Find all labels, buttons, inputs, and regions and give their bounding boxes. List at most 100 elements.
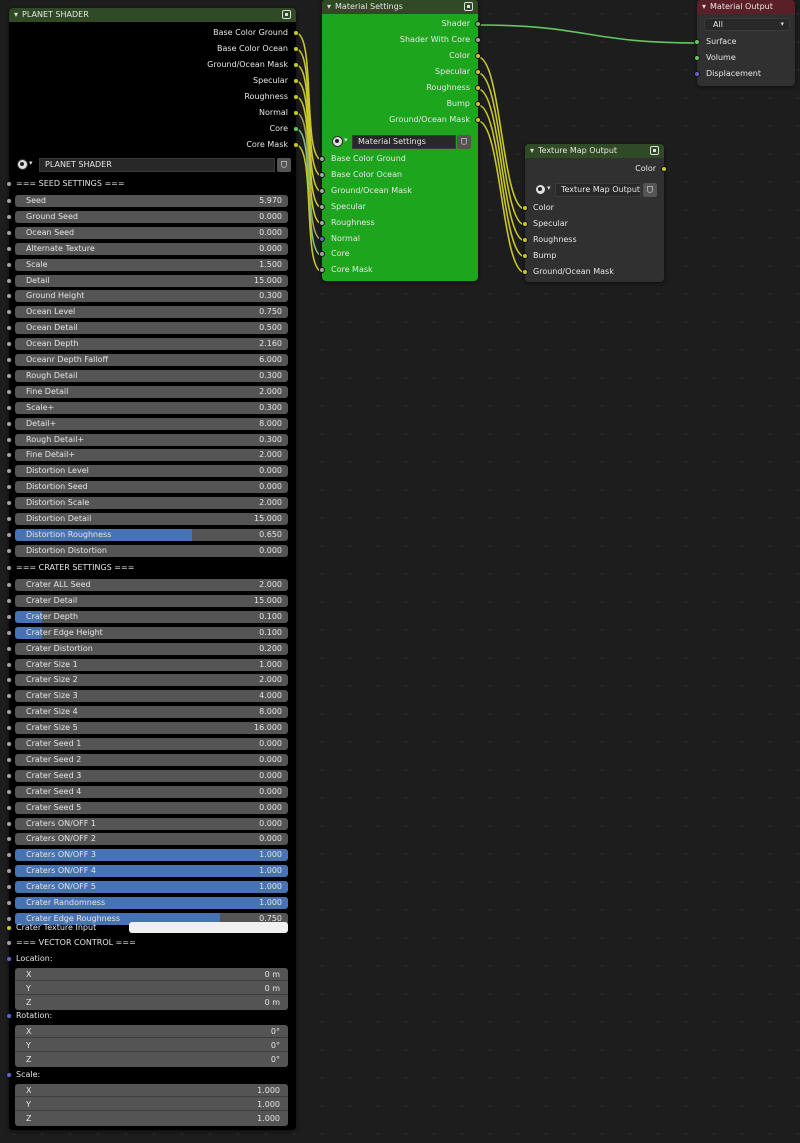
slider-crater-all-seed[interactable]: Crater ALL Seed 2.000 bbox=[15, 579, 288, 591]
location-y-field[interactable]: Y 0 m bbox=[15, 982, 288, 995]
input-socket-roughness[interactable] bbox=[319, 219, 325, 226]
input-socket-craters-on-off-1[interactable] bbox=[6, 820, 12, 827]
material-output-header[interactable]: ▾ Material Output bbox=[697, 0, 795, 14]
texture-map-output-group-name[interactable]: Texture Map Output bbox=[555, 183, 641, 197]
location-z-field[interactable]: Z 0 m bbox=[15, 996, 288, 1009]
planet-shader-header[interactable]: ▾ PLANET SHADER bbox=[9, 8, 296, 22]
fake-user-shield-icon[interactable] bbox=[277, 158, 291, 172]
input-socket-craters-on-off-3[interactable] bbox=[6, 852, 12, 859]
input-socket-ocean-seed[interactable] bbox=[6, 229, 12, 236]
input-socket-crater-all-seed[interactable] bbox=[6, 582, 12, 588]
input-socket-ocean-detail[interactable] bbox=[6, 325, 12, 332]
scale-socket[interactable] bbox=[6, 1072, 12, 1078]
slider-distortion-roughness[interactable]: Distortion Roughness 0.650 bbox=[15, 528, 288, 541]
slider-rough-detail[interactable]: Rough Detail+ 0.300 bbox=[15, 433, 288, 446]
texture-map-output-node[interactable]: ▾ Texture Map Output Color ▾ Texture Map … bbox=[522, 144, 667, 282]
collapse-chevron-icon[interactable]: ▾ bbox=[14, 8, 18, 22]
node-group-icon[interactable] bbox=[650, 146, 659, 155]
chevron-down-icon[interactable]: ▾ bbox=[344, 136, 348, 144]
slider-oceanr-depth-falloff[interactable]: Oceanr Depth Falloff 6.000 bbox=[15, 354, 288, 366]
input-socket-distortion-roughness[interactable] bbox=[6, 531, 12, 538]
slider-craters-on-off-1[interactable]: Craters ON/OFF 1 0.000 bbox=[15, 817, 288, 830]
output-socket-base-color-ground[interactable] bbox=[293, 30, 299, 36]
input-socket-surface[interactable] bbox=[694, 39, 700, 45]
output-socket-specular[interactable] bbox=[293, 78, 299, 84]
slider-crater-size-1[interactable]: Crater Size 1 1.000 bbox=[15, 658, 288, 671]
material-settings-group-selector[interactable]: ▾ Material Settings bbox=[330, 135, 472, 149]
scale-z-field[interactable]: Z 1.000 bbox=[15, 1112, 288, 1125]
texture-map-output-header[interactable]: ▾ Texture Map Output bbox=[525, 144, 664, 158]
output-socket-core[interactable] bbox=[293, 126, 299, 132]
input-socket-oceanr-depth-falloff[interactable] bbox=[6, 357, 12, 363]
input-socket-specular[interactable] bbox=[522, 220, 528, 227]
input-socket-ground-seed[interactable] bbox=[6, 213, 12, 220]
output-socket-shader-with-core[interactable] bbox=[475, 37, 481, 43]
material-settings-group-name[interactable]: Material Settings bbox=[352, 135, 456, 149]
input-socket-distortion-detail[interactable] bbox=[6, 516, 12, 522]
slider-craters-on-off-4[interactable]: Craters ON/OFF 4 1.000 bbox=[15, 865, 288, 878]
output-socket-normal[interactable] bbox=[293, 110, 299, 116]
scale-x-field[interactable]: X 1.000 bbox=[15, 1084, 288, 1097]
slider-crater-seed-1[interactable]: Crater Seed 1 0.000 bbox=[15, 738, 288, 750]
vector-control-header-socket[interactable] bbox=[6, 940, 12, 946]
rotation-z-field[interactable]: Z 0° bbox=[15, 1053, 288, 1066]
rotation-vector-field[interactable]: X 0° Y 0° Z 0° bbox=[15, 1025, 288, 1067]
chevron-down-icon[interactable]: ▾ bbox=[547, 184, 551, 192]
planet-shader-group-selector[interactable]: ▾ PLANET SHADER bbox=[15, 158, 291, 172]
output-socket-core-mask[interactable] bbox=[293, 142, 299, 148]
material-settings-header[interactable]: ▾ Material Settings bbox=[322, 0, 478, 14]
location-x-field[interactable]: X 0 m bbox=[15, 968, 288, 981]
slider-ground-seed[interactable]: Ground Seed 0.000 bbox=[15, 210, 288, 223]
slider-crater-seed-2[interactable]: Crater Seed 2 0.000 bbox=[15, 753, 288, 766]
input-socket-scale[interactable] bbox=[6, 404, 12, 411]
input-socket-ground-height[interactable] bbox=[6, 293, 12, 300]
slider-crater-detail[interactable]: Crater Detail 15.000 bbox=[15, 594, 288, 607]
slider-crater-distortion[interactable]: Crater Distortion 0.200 bbox=[15, 642, 288, 655]
input-socket-crater-size-4[interactable] bbox=[6, 709, 12, 716]
input-socket-core[interactable] bbox=[319, 251, 325, 258]
slider-scale[interactable]: Scale+ 0.300 bbox=[15, 401, 288, 414]
output-socket-base-color-ocean[interactable] bbox=[293, 46, 299, 52]
input-socket-crater-seed-5[interactable] bbox=[6, 804, 12, 811]
input-socket-rough-detail[interactable] bbox=[6, 436, 12, 443]
slider-fine-detail[interactable]: Fine Detail+ 2.000 bbox=[15, 449, 288, 462]
input-socket-distortion-distortion[interactable] bbox=[6, 547, 12, 554]
input-socket-core-mask[interactable] bbox=[319, 267, 325, 274]
slider-distortion-detail[interactable]: Distortion Detail 15.000 bbox=[15, 513, 288, 525]
input-socket-craters-on-off-2[interactable] bbox=[6, 836, 12, 843]
collapse-chevron-icon[interactable]: ▾ bbox=[530, 144, 534, 158]
input-socket-craters-on-off-5[interactable] bbox=[6, 884, 12, 891]
input-socket-distortion-level[interactable] bbox=[6, 468, 12, 475]
slider-crater-edge-height[interactable]: Crater Edge Height 0.100 bbox=[15, 626, 288, 639]
slider-ocean-level[interactable]: Ocean Level 0.750 bbox=[15, 306, 288, 319]
input-socket-displacement[interactable] bbox=[694, 71, 700, 77]
input-socket-fine-detail[interactable] bbox=[6, 452, 12, 459]
output-socket-roughness[interactable] bbox=[475, 85, 481, 91]
slider-crater-size-3[interactable]: Crater Size 3 4.000 bbox=[15, 690, 288, 703]
slider-distortion-scale[interactable]: Distortion Scale 2.000 bbox=[15, 497, 288, 510]
fake-user-shield-icon[interactable] bbox=[457, 135, 471, 149]
output-socket-color[interactable] bbox=[475, 53, 481, 59]
slider-crater-seed-4[interactable]: Crater Seed 4 0.000 bbox=[15, 785, 288, 798]
texture-map-output-group-selector[interactable]: ▾ Texture Map Output bbox=[533, 183, 657, 197]
material-output-target-dropdown[interactable]: All ▾ bbox=[704, 18, 790, 31]
slider-fine-detail[interactable]: Fine Detail 2.000 bbox=[15, 385, 288, 398]
input-socket-crater-size-2[interactable] bbox=[6, 677, 12, 684]
slider-rough-detail[interactable]: Rough Detail 0.300 bbox=[15, 369, 288, 382]
input-socket-base-color-ground[interactable] bbox=[319, 156, 325, 162]
fake-user-shield-icon[interactable] bbox=[643, 183, 657, 197]
crater-texture-color-field[interactable] bbox=[129, 922, 288, 933]
slider-crater-seed-3[interactable]: Crater Seed 3 0.000 bbox=[15, 769, 288, 782]
input-socket-crater-edge-roughness[interactable] bbox=[6, 915, 12, 922]
input-socket-ground-ocean-mask[interactable] bbox=[522, 268, 528, 275]
input-socket-crater-seed-2[interactable] bbox=[6, 756, 12, 763]
slider-alternate-texture[interactable]: Alternate Texture 0.000 bbox=[15, 242, 288, 255]
output-socket-ground-ocean-mask[interactable] bbox=[293, 62, 299, 68]
slider-ground-height[interactable]: Ground Height 0.300 bbox=[15, 290, 288, 303]
slider-distortion-level[interactable]: Distortion Level 0.000 bbox=[15, 465, 288, 478]
planet-shader-node[interactable]: ▾ PLANET SHADER Base Color Ground Base Col… bbox=[6, 8, 299, 1130]
input-socket-color[interactable] bbox=[522, 205, 528, 211]
input-socket-distortion-scale[interactable] bbox=[6, 500, 12, 507]
slider-scale[interactable]: Scale 1.500 bbox=[15, 258, 288, 271]
rotation-socket[interactable] bbox=[6, 1013, 12, 1019]
